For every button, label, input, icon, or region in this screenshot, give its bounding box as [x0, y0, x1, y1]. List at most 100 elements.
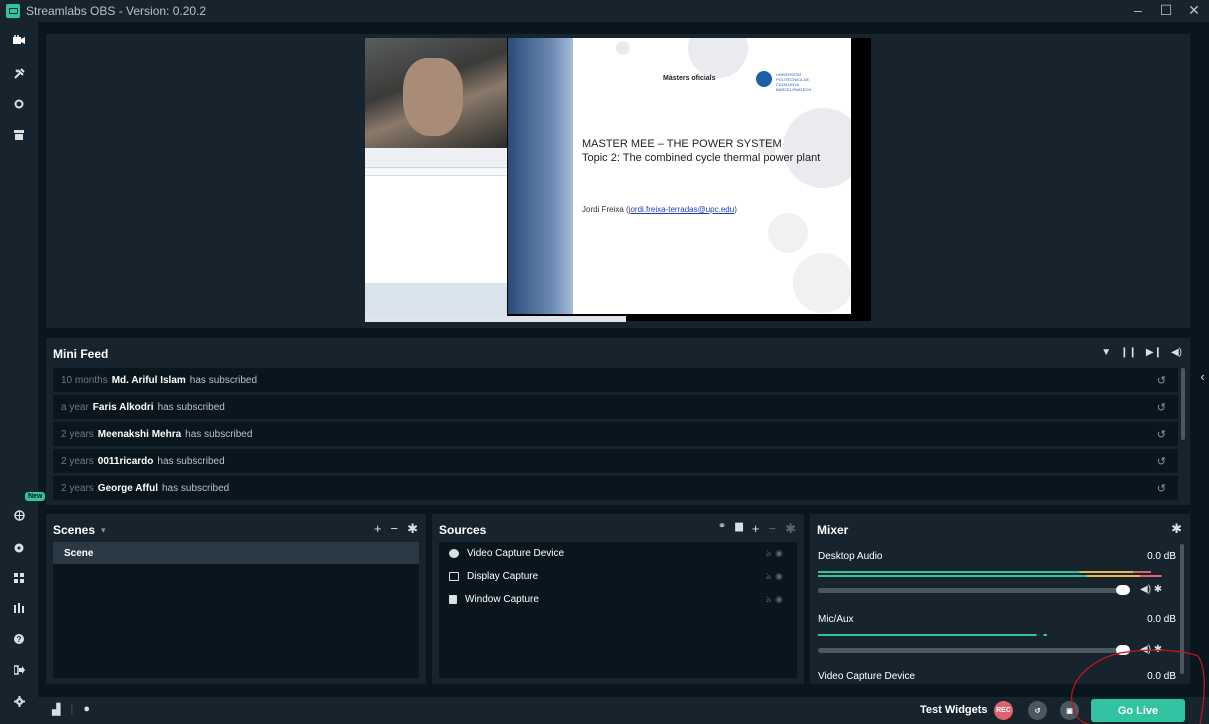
- source-item[interactable]: Video Capture Device ঌ◉: [439, 542, 797, 565]
- channel-name: Desktop Audio: [818, 551, 883, 562]
- volume-slider[interactable]: [818, 585, 1130, 595]
- store-icon[interactable]: [0, 120, 38, 150]
- mute-speaker-icon[interactable]: ◀) ✱: [1140, 644, 1162, 655]
- mixer-title: Mixer: [817, 523, 849, 537]
- feed-row: 10 months Md. Ariful Islam has subscribed …: [53, 368, 1178, 392]
- mini-feed-title: Mini Feed: [53, 347, 109, 361]
- globe-icon[interactable]: New: [0, 492, 46, 530]
- audio-meter: [818, 571, 1176, 573]
- preview-video[interactable]: Màsters oficials UNIVERSITAT POLITÈCNICA…: [365, 38, 871, 322]
- scenes-panel: Scenes ▾ + − ✱ Scene: [46, 514, 426, 684]
- sources-panel: Sources ⚭ ▆ + − ✱ Video Capture Device ঌ…: [432, 514, 804, 684]
- add-source-button[interactable]: +: [752, 521, 760, 537]
- replay-icon[interactable]: ↺: [1157, 455, 1166, 468]
- volume-icon[interactable]: ◀): [1171, 347, 1182, 358]
- record-button[interactable]: REC: [994, 701, 1013, 720]
- maximize-button[interactable]: ☐: [1159, 2, 1173, 19]
- test-widgets-button[interactable]: Test Widgets: [920, 704, 988, 716]
- remove-scene-button[interactable]: −: [391, 521, 399, 537]
- help-icon[interactable]: ?: [0, 624, 38, 654]
- mute-speaker-icon[interactable]: ◀) ✱: [1140, 584, 1162, 595]
- replay-icon[interactable]: ↺: [1157, 374, 1166, 387]
- replay-icon[interactable]: ↺: [1157, 428, 1166, 441]
- slider-knob[interactable]: [1116, 645, 1130, 655]
- replay-icon[interactable]: ↺: [1157, 482, 1166, 495]
- source-controls[interactable]: ঌ◉: [766, 569, 787, 584]
- feed-row: 2 years George Afful has subscribed ↺: [53, 476, 1178, 500]
- source-controls[interactable]: ঌ◉: [766, 592, 787, 607]
- presentation-slide: Màsters oficials UNIVERSITAT POLITÈCNICA…: [508, 38, 851, 314]
- feed-row: 2 years Meenakshi Mehra has subscribed ↺: [53, 422, 1178, 446]
- title-bar: Streamlabs OBS - Version: 0.20.2 – ☐ ✕: [0, 0, 1209, 22]
- mixer-channel: Video Capture Device 0.0 dB: [818, 671, 1176, 682]
- slider-knob[interactable]: [1116, 585, 1130, 595]
- add-folder-icon[interactable]: ▆: [735, 521, 743, 537]
- mixer-scrollbar[interactable]: [1180, 544, 1184, 674]
- window-title: Streamlabs OBS - Version: 0.20.2: [26, 4, 207, 18]
- source-item[interactable]: Display Capture ঌ◉: [439, 565, 797, 588]
- performance-stats-icon[interactable]: ▟: [52, 703, 60, 716]
- mixer-channel: Mic/Aux 0.0 dB: [818, 614, 1176, 625]
- go-live-button[interactable]: Go Live: [1091, 699, 1185, 722]
- replay-buffer-icon[interactable]: ↺: [1028, 701, 1047, 720]
- feed-row: 2 years 0011ricardo has subscribed ↺: [53, 449, 1178, 473]
- channel-name: Mic/Aux: [818, 614, 854, 625]
- minimize-button[interactable]: –: [1131, 2, 1145, 19]
- footer-divider: |: [70, 703, 74, 715]
- chevron-down-icon[interactable]: ▾: [101, 525, 106, 536]
- channel-name: Video Capture Device: [818, 671, 916, 682]
- channel-level: 0.0 dB: [1147, 671, 1176, 682]
- chevron-left-icon[interactable]: ‹: [1196, 366, 1209, 386]
- sources-title: Sources: [439, 523, 487, 537]
- mini-feed-panel: Mini Feed ▼ ❙❙ ▶❙ ◀) 10 months Md. Ariful…: [46, 338, 1190, 505]
- footer-bar: ▟ | ● Test Widgets REC ↺ ▣ Go Live: [38, 697, 1209, 724]
- webcam-icon: [449, 549, 459, 558]
- channel-level: 0.0 dB: [1147, 614, 1176, 625]
- volume-slider[interactable]: [818, 645, 1130, 655]
- slide-title: MASTER MEE – THE POWER SYSTEM: [582, 138, 782, 150]
- filter-icon[interactable]: ▼: [1101, 347, 1111, 358]
- logout-icon[interactable]: [0, 655, 38, 685]
- channel-level: 0.0 dB: [1147, 551, 1176, 562]
- themes-icon[interactable]: [0, 58, 38, 88]
- skip-icon[interactable]: ▶❙: [1146, 347, 1162, 358]
- slide-subtitle: Topic 2: The combined cycle thermal powe…: [582, 152, 821, 164]
- upc-logo-icon: [756, 71, 772, 87]
- replay-icon[interactable]: ↺: [1157, 401, 1166, 414]
- grid-icon[interactable]: [0, 563, 38, 593]
- scene-item[interactable]: Scene: [53, 542, 419, 564]
- source-settings-gear-icon[interactable]: ✱: [785, 521, 796, 537]
- sources-list: Video Capture Device ঌ◉ Display Capture …: [439, 542, 797, 678]
- author-email: jordi.freixa-terradas@upc.edu: [628, 205, 735, 214]
- upc-logo-text: UNIVERSITAT POLITÈCNICA DE CATALUNYA BAR…: [776, 72, 812, 92]
- left-nav: New ?: [0, 22, 46, 724]
- audio-meter: [818, 575, 1176, 577]
- audio-bars-icon[interactable]: [0, 593, 38, 623]
- scenes-list: Scene: [53, 542, 419, 678]
- close-button[interactable]: ✕: [1187, 2, 1201, 19]
- source-link-icon[interactable]: ⚭: [718, 521, 726, 537]
- masters-logo: Màsters oficials: [663, 75, 716, 82]
- live-icon[interactable]: [0, 89, 38, 119]
- add-scene-button[interactable]: +: [374, 521, 382, 537]
- scene-settings-gear-icon[interactable]: ✱: [407, 521, 418, 537]
- scenes-title: Scenes: [53, 523, 96, 537]
- settings-icon[interactable]: [0, 686, 38, 716]
- new-badge: New: [25, 492, 46, 501]
- info-icon[interactable]: ●: [83, 703, 90, 716]
- save-replay-icon[interactable]: ▣: [1060, 701, 1079, 720]
- mixer-settings-gear-icon[interactable]: ✱: [1171, 521, 1182, 537]
- webcam-feed: [365, 38, 507, 148]
- mixer-channel: Desktop Audio 0.0 dB: [818, 551, 1176, 562]
- remove-source-button[interactable]: −: [769, 521, 777, 537]
- streamlabs-logo-icon: [6, 4, 20, 18]
- audio-meter: [818, 634, 1176, 636]
- source-controls[interactable]: ঌ◉: [766, 546, 787, 561]
- source-item[interactable]: Window Capture ঌ◉: [439, 588, 797, 611]
- dashboard-icon[interactable]: [0, 533, 38, 563]
- monitor-icon: [449, 572, 459, 581]
- pause-icon[interactable]: ❙❙: [1120, 347, 1137, 358]
- studio-camera-icon[interactable]: [0, 25, 38, 55]
- feed-scrollbar[interactable]: [1181, 368, 1185, 440]
- feed-row: a year Faris Alkodri has subscribed ↺: [53, 395, 1178, 419]
